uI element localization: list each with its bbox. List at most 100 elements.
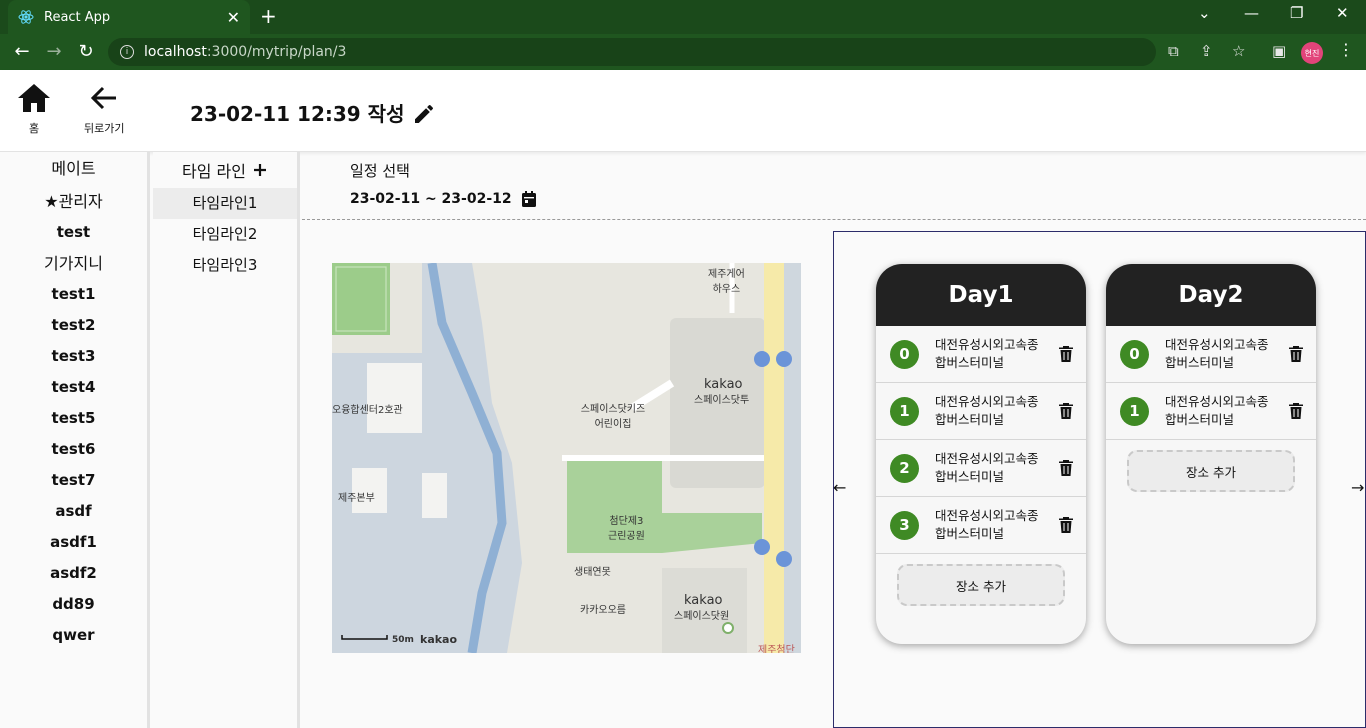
timeline-title: 타임 라인 <box>182 162 246 181</box>
arrow-left-icon <box>91 86 117 110</box>
day-title: Day2 <box>1106 264 1316 326</box>
mate-item[interactable]: test <box>0 217 147 248</box>
mate-item[interactable]: test2 <box>0 310 147 341</box>
add-place-button[interactable]: 장소 추가 <box>897 564 1065 606</box>
mate-item[interactable]: test1 <box>0 279 147 310</box>
day-card-1: Day1 0 대전유성시외고속종합버스터미널 1 대전유성시외고속종합버스터미널… <box>876 264 1086 644</box>
bookmark-star-icon[interactable]: ☆ <box>1232 42 1245 60</box>
timeline-header: 타임 라인 <box>153 152 297 188</box>
mate-item[interactable]: test7 <box>0 465 147 496</box>
reload-icon[interactable]: ↻ <box>75 41 97 62</box>
info-icon[interactable]: i <box>120 45 134 59</box>
place-name: 대전유성시외고속종합버스터미널 <box>935 451 1039 484</box>
home-label: 홈 <box>28 122 40 135</box>
trash-icon[interactable] <box>1289 403 1303 419</box>
browser-tab[interactable]: React App ✕ <box>8 0 250 34</box>
place-number: 0 <box>1120 339 1149 369</box>
calendar-icon[interactable] <box>521 191 536 207</box>
trash-icon[interactable] <box>1059 346 1073 362</box>
url-host: localhost <box>144 44 207 60</box>
plus-icon[interactable] <box>252 162 268 178</box>
prev-arrow-icon[interactable]: ← <box>833 478 846 497</box>
translate-icon[interactable]: ⧉ <box>1168 42 1179 60</box>
url-path: :3000/mytrip/plan/3 <box>206 44 347 60</box>
schedule-selector: 일정 선택 23-02-11 ~ 23-02-12 <box>350 160 536 207</box>
mate-item[interactable]: test4 <box>0 372 147 403</box>
home-button[interactable]: 홈 <box>16 82 52 136</box>
timeline-item-3[interactable]: 타임라인3 <box>153 250 297 281</box>
browser-forward-icon[interactable]: → <box>43 41 65 62</box>
place-item[interactable]: 1 대전유성시외고속종합버스터미널 <box>1106 383 1316 440</box>
trash-icon[interactable] <box>1289 346 1303 362</box>
place-number: 2 <box>890 453 919 483</box>
place-number: 1 <box>1120 396 1149 426</box>
place-name: 대전유성시외고속종합버스터미널 <box>935 337 1039 370</box>
mate-sidebar: 메이트 ★관리자 test 기가지니 test1 test2 test3 tes… <box>0 152 150 728</box>
place-item[interactable]: 0 대전유성시외고속종합버스터미널 <box>1106 326 1316 383</box>
timeline-sidebar: 타임 라인 타임라인1 타임라인2 타임라인3 <box>153 152 300 728</box>
home-icon <box>18 84 50 112</box>
mate-item-admin[interactable]: ★관리자 <box>0 186 147 217</box>
map-view[interactable]: 제주게어 하우스 오융합센터2호관 스페이스닷키즈 어린이집 kakao 스페이스닷… <box>332 263 801 653</box>
mate-item[interactable]: test5 <box>0 403 147 434</box>
next-arrow-icon[interactable]: → <box>1351 478 1364 497</box>
back-button[interactable]: 뒤로가기 <box>84 82 124 136</box>
place-name: 대전유성시외고속종합버스터미널 <box>935 394 1039 427</box>
trash-icon[interactable] <box>1059 517 1073 533</box>
trash-icon[interactable] <box>1059 460 1073 476</box>
place-item[interactable]: 0 대전유성시외고속종합버스터미널 <box>876 326 1086 383</box>
date-range[interactable]: 23-02-11 ~ 23-02-12 <box>350 191 536 207</box>
browser-tab-bar: React App ✕ + ⌄ — ❐ ✕ <box>0 0 1366 34</box>
app-header: 홈 뒤로가기 23-02-11 12:39 작성 <box>0 70 1366 152</box>
window-close-icon[interactable]: ✕ <box>1336 4 1349 22</box>
map-label: 생태연못 <box>574 567 611 578</box>
map-label: 첨단제3 근린공원 <box>608 516 645 542</box>
mate-title: 메이트 <box>51 159 96 178</box>
side-panel-icon[interactable]: ▣ <box>1272 42 1286 60</box>
place-item[interactable]: 1 대전유성시외고속종합버스터미널 <box>876 383 1086 440</box>
mate-item[interactable]: asdf2 <box>0 558 147 589</box>
timeline-item-1[interactable]: 타임라인1 <box>153 188 297 219</box>
mate-item[interactable]: test6 <box>0 434 147 465</box>
place-number: 1 <box>890 396 919 426</box>
profile-avatar[interactable]: 현진 <box>1301 42 1323 64</box>
map-label: 제주첨단 <box>758 645 795 653</box>
new-tab-icon[interactable]: + <box>260 6 277 26</box>
mate-item[interactable]: qwer <box>0 620 147 651</box>
restore-icon[interactable]: ❐ <box>1290 4 1303 22</box>
place-item[interactable]: 2 대전유성시외고속종합버스터미널 <box>876 440 1086 497</box>
browser-menu-icon[interactable]: ⋮ <box>1338 40 1354 59</box>
place-name: 대전유성시외고속종합버스터미널 <box>1165 394 1269 427</box>
map-label: 오융합센터2호관 <box>332 405 403 416</box>
map-scale-label: 50m <box>392 635 414 645</box>
browser-back-icon[interactable]: ← <box>11 41 33 62</box>
back-label: 뒤로가기 <box>84 122 125 135</box>
place-name: 대전유성시외고속종합버스터미널 <box>1165 337 1269 370</box>
map-label: 제주게어 하우스 <box>708 269 745 295</box>
minimize-icon[interactable]: — <box>1244 4 1259 22</box>
map-label: 스페이스닷원 <box>674 611 730 622</box>
map-label: 카카오오름 <box>580 605 626 616</box>
map-label: 제주본부 <box>338 493 375 504</box>
page-title: 23-02-11 12:39 작성 <box>190 102 405 126</box>
map-label: 스페이스닷투 <box>694 395 750 406</box>
date-range-text: 23-02-11 ~ 23-02-12 <box>350 191 512 207</box>
map-label: kakao <box>684 593 723 608</box>
place-item[interactable]: 3 대전유성시외고속종합버스터미널 <box>876 497 1086 554</box>
url-field[interactable]: i localhost:3000/mytrip/plan/3 <box>108 38 1156 66</box>
map-canvas <box>332 263 801 653</box>
tab-search-icon[interactable]: ⌄ <box>1198 4 1211 22</box>
mate-item[interactable]: test3 <box>0 341 147 372</box>
add-place-button[interactable]: 장소 추가 <box>1127 450 1295 492</box>
mate-item[interactable]: dd89 <box>0 589 147 620</box>
mate-item[interactable]: asdf1 <box>0 527 147 558</box>
pencil-icon[interactable] <box>412 102 436 126</box>
share-icon[interactable]: ⇪ <box>1200 42 1213 60</box>
timeline-item-2[interactable]: 타임라인2 <box>153 219 297 250</box>
section-divider <box>302 219 1366 220</box>
mate-item[interactable]: asdf <box>0 496 147 527</box>
mate-item[interactable]: 기가지니 <box>0 248 147 279</box>
day-card-2: Day2 0 대전유성시외고속종합버스터미널 1 대전유성시외고속종합버스터미널… <box>1106 264 1316 644</box>
trash-icon[interactable] <box>1059 403 1073 419</box>
tab-close-icon[interactable]: ✕ <box>227 8 240 27</box>
